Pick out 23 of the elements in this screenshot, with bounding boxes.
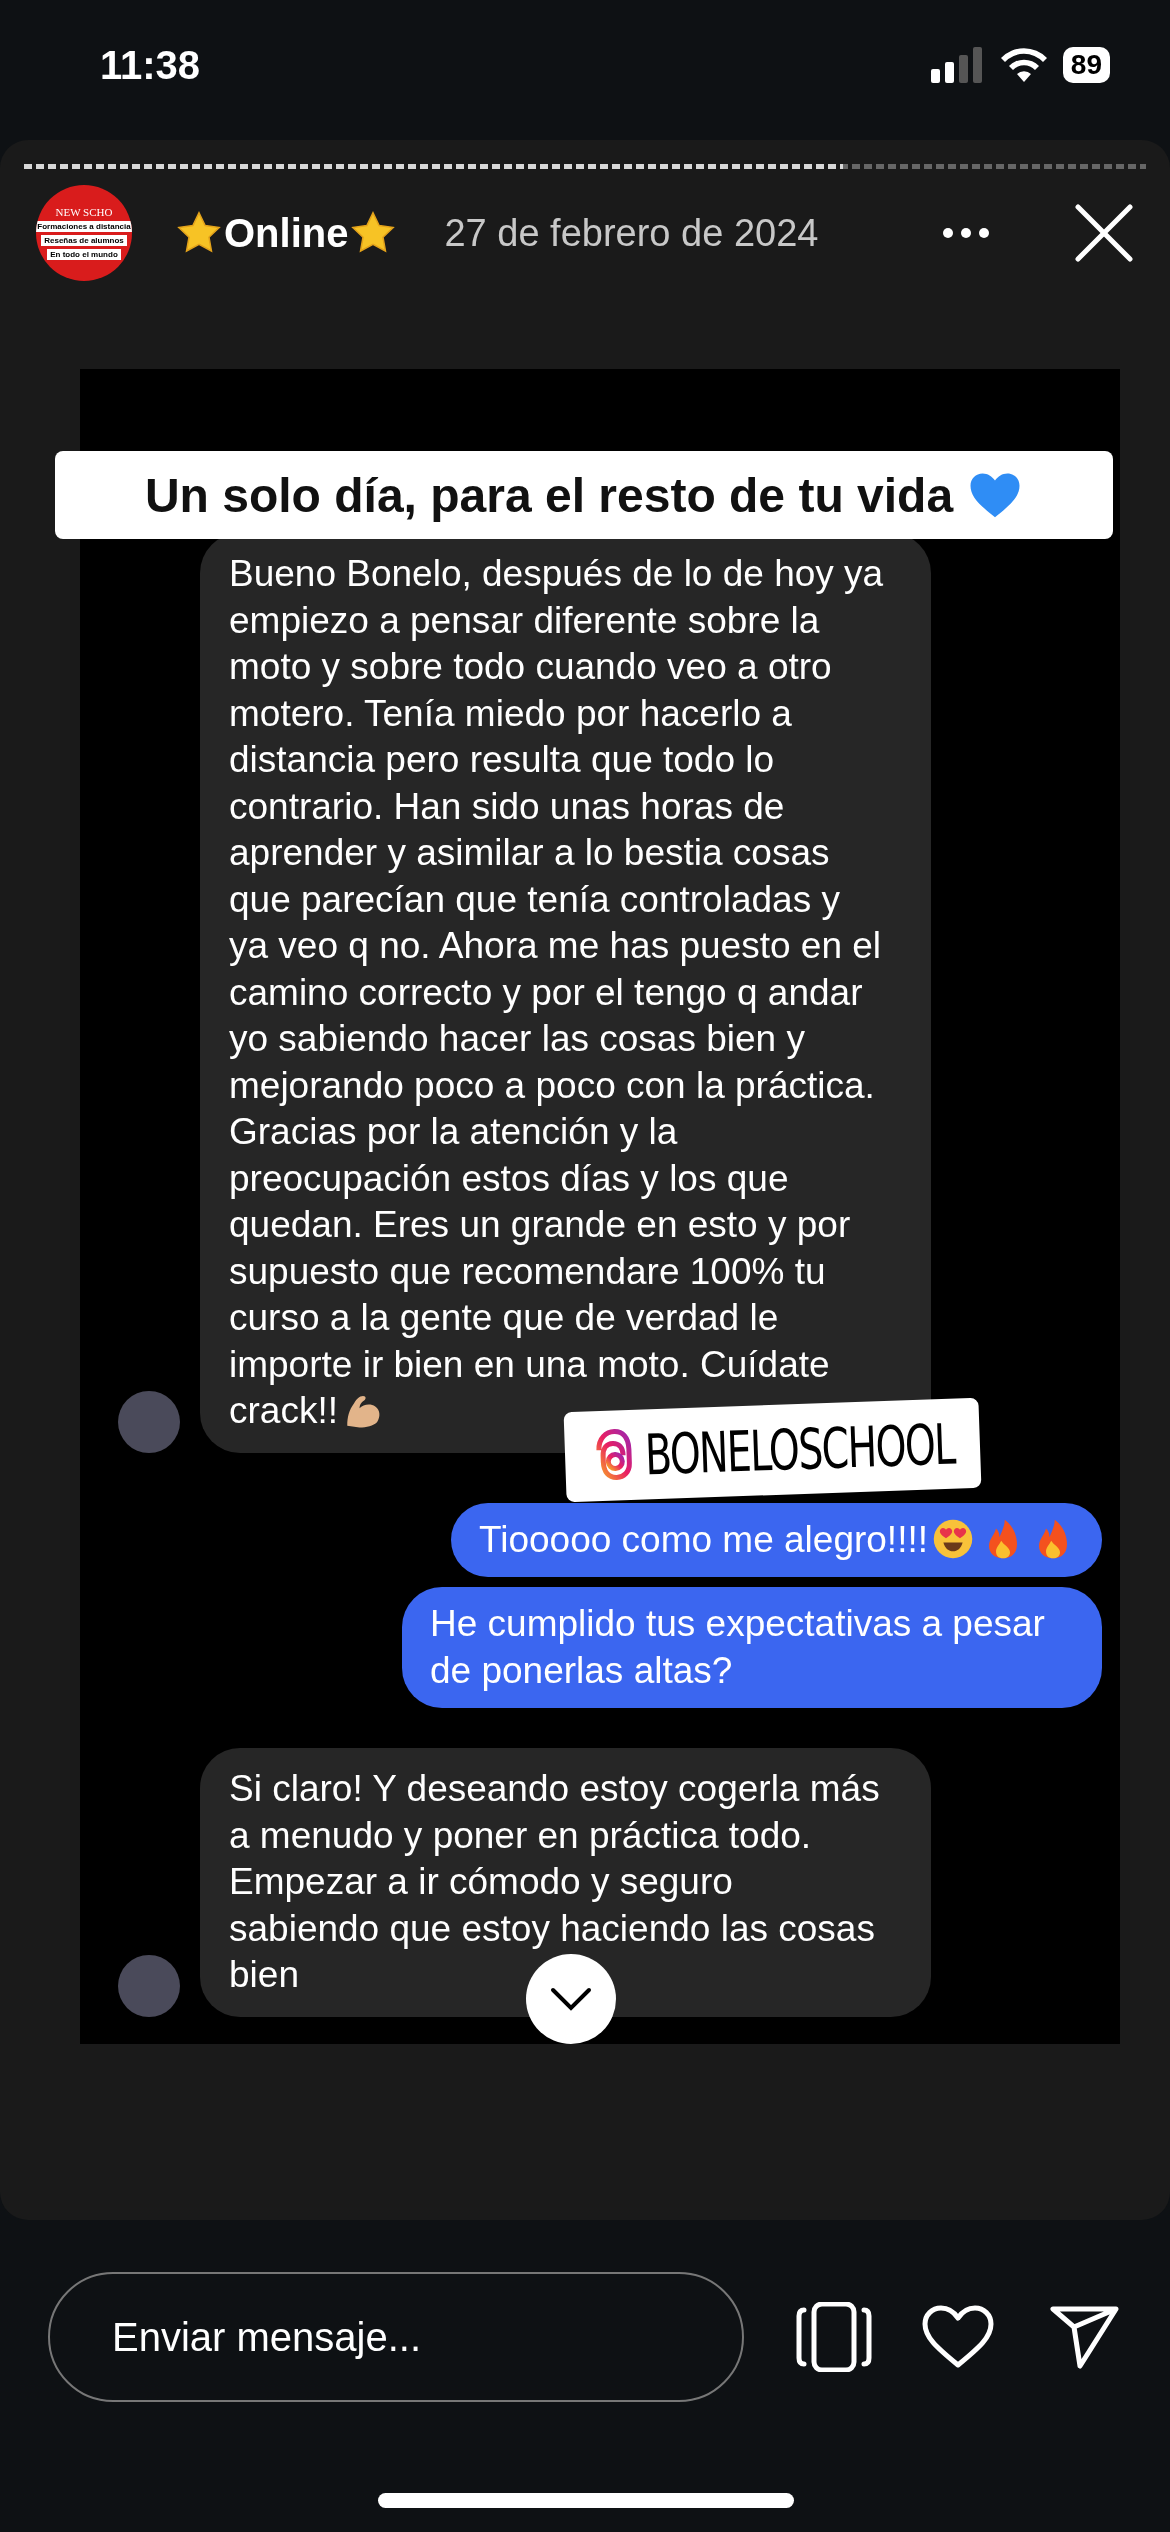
message-bubble: He cumplido tus expectativas a pesar de ponerlas altas? xyxy=(402,1587,1102,1708)
message-input[interactable]: Enviar mensaje... xyxy=(48,2272,744,2402)
more-icon[interactable] xyxy=(942,227,990,239)
carousel-icon[interactable] xyxy=(796,2302,872,2372)
logo-text: Reseñas de alumnos xyxy=(41,235,127,246)
message-bubble: Tiooooo como me alegro!!!! xyxy=(450,1502,1102,1577)
message-bubble: Si claro! Y deseando estoy cogerla más a menudo y poner en práctica todo. Empezar a ir cómodo y seguro sabiendo que estoy haciendo las cosas bien xyxy=(200,1748,931,2017)
logo-text: Formaciones a distancia xyxy=(36,221,132,232)
chevron-down-icon xyxy=(549,1986,593,2012)
close-icon[interactable] xyxy=(1074,203,1134,263)
send-icon[interactable] xyxy=(1050,2305,1120,2369)
heart-eyes-face-icon xyxy=(932,1517,974,1560)
story-date: 27 de febrero de 2024 xyxy=(444,211,820,255)
mention-text: BONELOSCHOOL xyxy=(643,1410,956,1487)
battery-level: 89 xyxy=(1062,47,1110,83)
logo-text: En todo el mundo xyxy=(47,249,121,260)
signal-icon xyxy=(930,47,985,83)
logo-text: NEW SCHO xyxy=(55,206,113,218)
status-time: 11:38 xyxy=(100,42,201,88)
account-logo[interactable]: NEW SCHO Formaciones a distancia Reseñas de alumnos En todo el mundo xyxy=(36,185,132,281)
account-name[interactable]: Online xyxy=(224,210,349,256)
like-icon[interactable] xyxy=(922,2305,994,2369)
sticker-text: Un solo día, para el resto de tu vida xyxy=(144,467,954,523)
